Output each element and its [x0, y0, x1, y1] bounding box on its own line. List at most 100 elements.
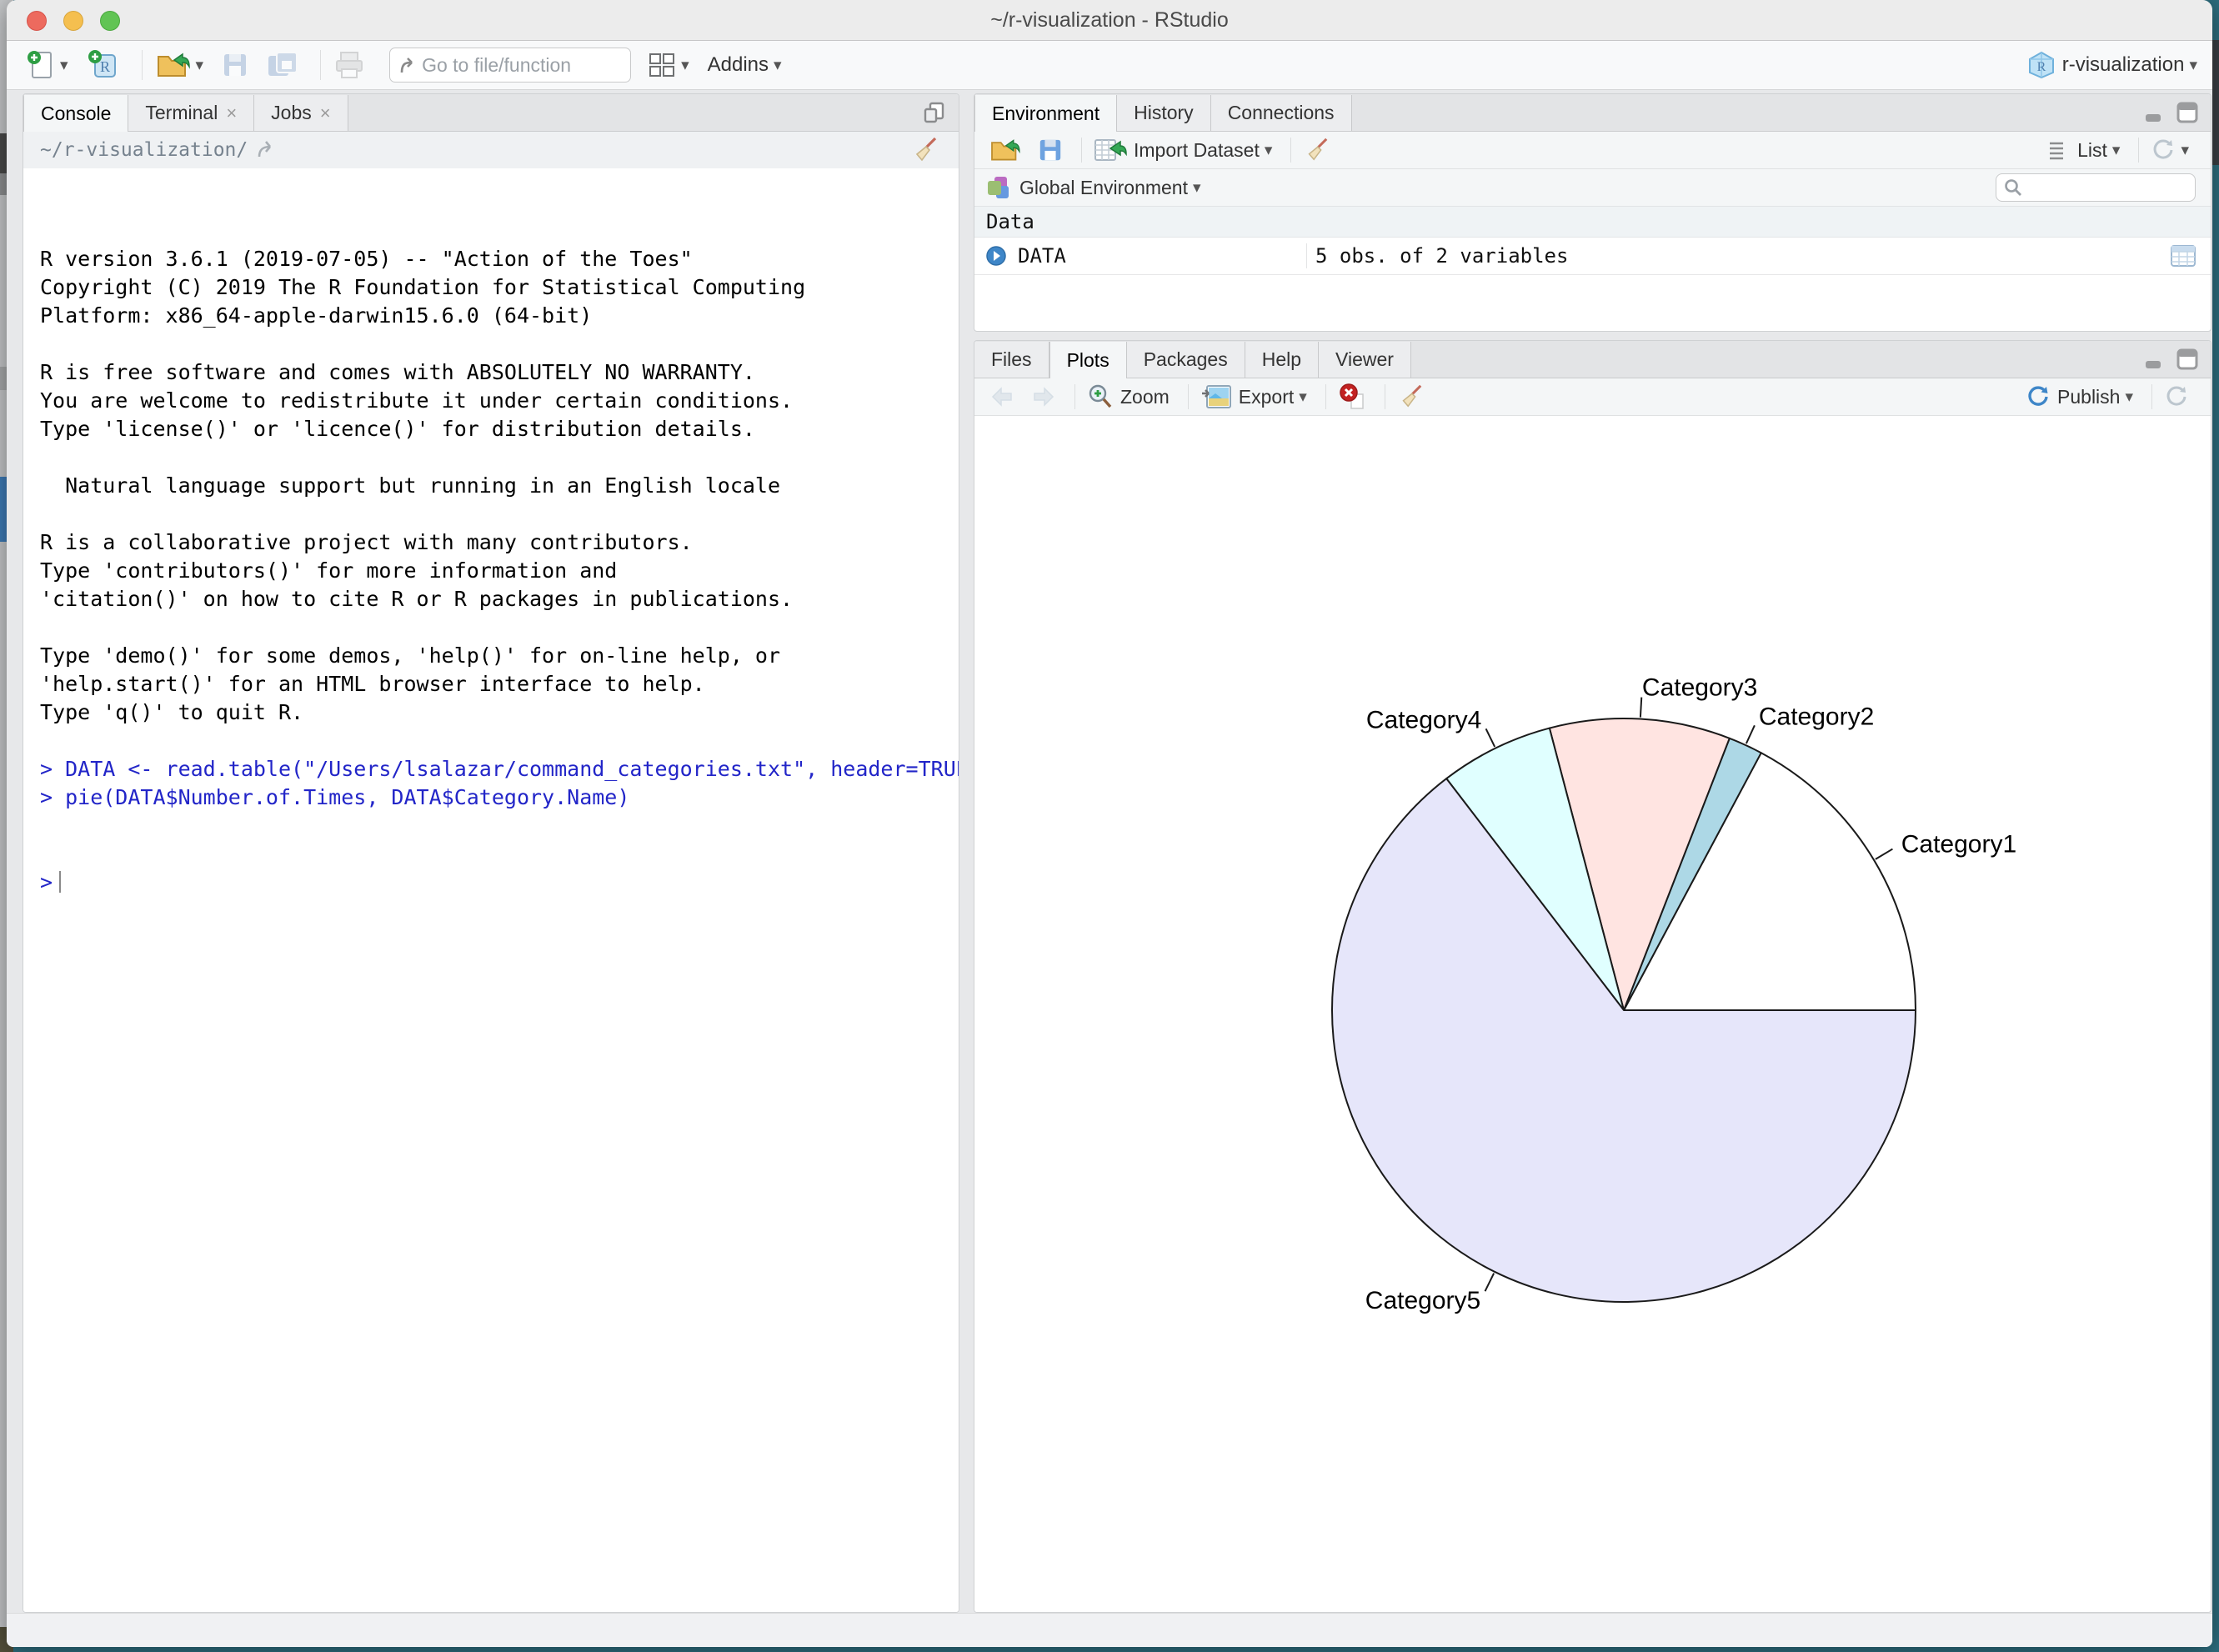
save-all-button[interactable] [262, 48, 303, 83]
tab-environment[interactable]: Environment [974, 95, 1117, 132]
global-environment-selector[interactable]: Global Environment [1019, 177, 1188, 199]
new-project-button[interactable]: R [82, 45, 125, 85]
console-line: Type 'license()' or 'licence()' for dist… [40, 415, 959, 443]
pie-slice-label: Category5 [1365, 1287, 1480, 1314]
environment-search-input[interactable] [2023, 177, 2185, 198]
pie-label-tick [1486, 728, 1495, 747]
open-file-button[interactable]: ▾ [151, 47, 209, 83]
search-icon [2003, 178, 2023, 198]
console-pane: Console Terminal × Jobs × ~ [23, 93, 959, 1613]
previous-plot-button[interactable] [984, 383, 1019, 410]
console-prompt-line: > [40, 869, 959, 897]
console-line: > DATA <- read.table("/Users/lsalazar/co… [40, 755, 959, 783]
pane-layout-icon [648, 52, 676, 78]
environment-object-row[interactable]: DATA 5 obs. of 2 variables [974, 238, 2211, 275]
tab-viewer[interactable]: Viewer [1319, 342, 1411, 378]
project-label: r-visualization [2062, 53, 2185, 77]
console-line: Platform: x86_64-apple-darwin15.6.0 (64-… [40, 302, 959, 330]
clear-all-plots-button[interactable] [1392, 382, 1429, 412]
minimize-pane-icon[interactable] [2142, 348, 2167, 371]
broom-icon [1303, 137, 1330, 163]
tab-plots[interactable]: Plots [1049, 342, 1127, 378]
import-dataset-button[interactable]: Import Dataset ▾ [1089, 135, 1277, 165]
export-image-icon [1200, 383, 1232, 410]
console-line: 'help.start()' for an HTML browser inter… [40, 670, 959, 698]
minimize-pane-icon[interactable] [2142, 101, 2167, 124]
tab-packages[interactable]: Packages [1127, 342, 1245, 378]
goto-file-input[interactable] [420, 53, 615, 78]
addins-button[interactable]: Addins ▾ [703, 50, 787, 80]
tab-plots-label: Plots [1067, 343, 1110, 378]
tab-connections[interactable]: Connections [1211, 95, 1352, 131]
tab-terminal-label: Terminal [145, 95, 218, 131]
project-selector[interactable]: R r-visualization ▾ [2027, 50, 2197, 80]
environment-scope-row: Global Environment ▾ [974, 169, 2211, 207]
goto-file-field[interactable] [389, 48, 631, 83]
maximize-pane-icon[interactable] [2176, 348, 2199, 371]
pie-label-tick [1485, 1274, 1495, 1292]
new-file-button[interactable]: ▾ [22, 46, 73, 84]
zoom-plot-button[interactable]: Zoom [1082, 382, 1175, 412]
svg-text:R: R [100, 58, 110, 75]
tab-terminal[interactable]: Terminal × [128, 95, 254, 131]
tab-environment-label: Environment [992, 96, 1099, 132]
plots-pane: Files Plots Packages Help Viewer [974, 340, 2211, 1613]
view-table-icon[interactable] [2169, 243, 2197, 268]
vertical-pane-splitter[interactable] [959, 93, 974, 1613]
print-button[interactable] [329, 48, 369, 83]
object-summary: 5 obs. of 2 variables [1315, 244, 1568, 268]
publish-icon [2026, 384, 2051, 409]
export-plot-button[interactable]: Export ▾ [1195, 382, 1312, 412]
pane-layout-button[interactable]: ▾ [643, 48, 694, 82]
new-file-caret-icon: ▾ [60, 56, 68, 74]
list-view-button[interactable]: List ▾ [2042, 138, 2125, 163]
save-icon [1038, 138, 1063, 163]
environment-search-box[interactable] [1996, 173, 2196, 202]
publish-caret-icon: ▾ [2125, 388, 2133, 406]
tab-console[interactable]: Console [23, 95, 128, 132]
clear-console-icon[interactable] [910, 136, 939, 164]
goto-directory-icon[interactable] [256, 138, 281, 162]
environment-pane: Environment History Connections [974, 93, 2211, 332]
tab-viewer-label: Viewer [1335, 342, 1394, 378]
refresh-icon [2164, 384, 2189, 409]
plot-display-area: Category1Category2Category3Category4Cate… [974, 416, 2211, 1612]
console-line: You are welcome to redistribute it under… [40, 387, 959, 415]
tab-connections-label: Connections [1228, 95, 1335, 131]
load-workspace-button[interactable] [984, 135, 1026, 165]
import-dataset-label: Import Dataset [1134, 139, 1260, 162]
tab-files[interactable]: Files [974, 342, 1049, 378]
tab-jobs-label: Jobs [271, 95, 312, 131]
clear-environment-button[interactable] [1298, 135, 1335, 165]
remove-plot-button[interactable] [1333, 381, 1371, 413]
maximize-pane-icon[interactable] [2176, 101, 2199, 124]
zoom-magnifier-icon [1087, 383, 1114, 410]
save-workspace-button[interactable] [1033, 136, 1068, 164]
pie-slice-label: Category2 [1759, 703, 1874, 730]
window-footer [7, 1613, 2212, 1647]
refresh-plot-button[interactable] [2159, 383, 2194, 411]
forward-arrow-icon [1031, 385, 1056, 408]
tab-jobs[interactable]: Jobs × [254, 95, 348, 131]
tab-help[interactable]: Help [1245, 342, 1319, 378]
rstudio-window: ~/r-visualization - RStudio ▾ R [7, 0, 2212, 1647]
maximize-console-icon[interactable] [922, 100, 947, 125]
expand-object-icon[interactable] [984, 244, 1008, 268]
open-file-caret-icon: ▾ [196, 56, 204, 74]
console-output[interactable]: R version 3.6.1 (2019-07-05) -- "Action … [23, 168, 959, 1612]
close-terminal-tab-icon[interactable]: × [226, 95, 237, 131]
refresh-icon [2151, 138, 2176, 163]
next-plot-button[interactable] [1026, 383, 1061, 410]
console-line: 'citation()' on how to cite R or R packa… [40, 585, 959, 613]
publish-plot-button[interactable]: Publish ▾ [2021, 383, 2138, 411]
tab-help-label: Help [1262, 342, 1301, 378]
close-jobs-tab-icon[interactable]: × [320, 95, 331, 131]
horizontal-pane-splitter[interactable] [974, 332, 2211, 340]
data-section-header: Data [974, 207, 2211, 238]
tab-history[interactable]: History [1117, 95, 1211, 131]
pie-slice-label: Category3 [1642, 674, 1757, 702]
refresh-environment-button[interactable]: ▾ [2146, 136, 2194, 164]
refresh-caret-icon: ▾ [2181, 141, 2189, 159]
save-button[interactable] [217, 48, 253, 82]
list-view-label: List [2077, 139, 2107, 162]
